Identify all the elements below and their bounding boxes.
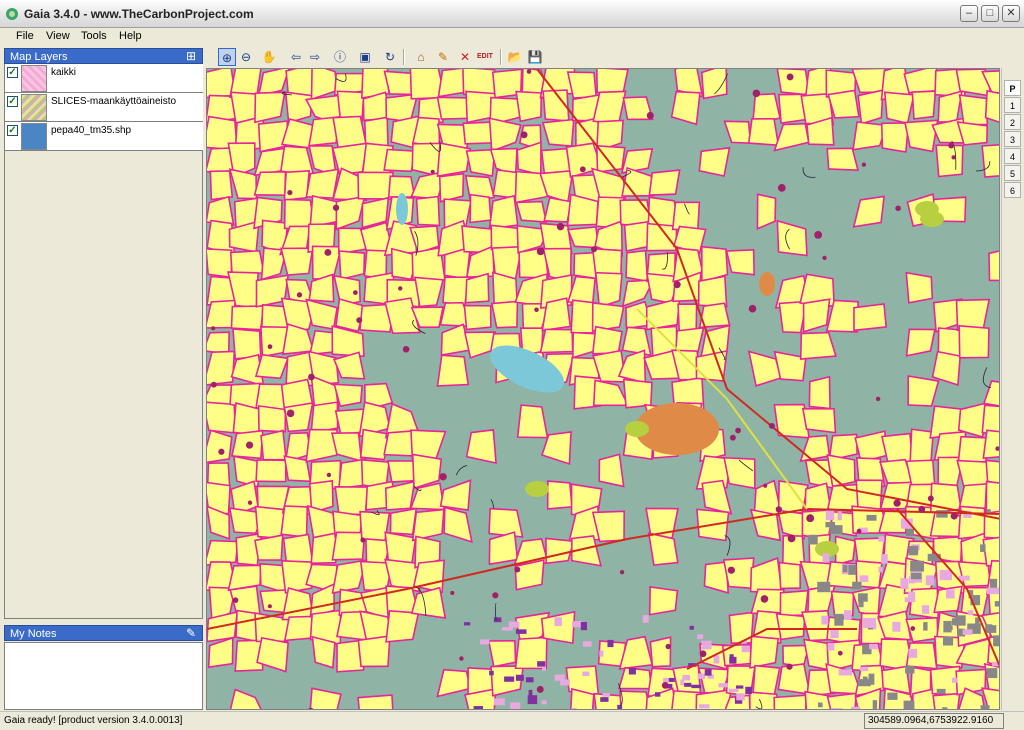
arrow-right-icon: ⇨ — [309, 50, 321, 64]
maximize-icon: □ — [986, 7, 994, 19]
status-message: Gaia ready! [product version 3.4.0.0013] — [4, 715, 183, 726]
edit-text-button[interactable]: EDIT — [476, 48, 494, 66]
coordinate-readout: 304589.0964,6753922.9160 — [864, 713, 1004, 729]
save-button[interactable]: 💾 — [526, 48, 544, 66]
add-layer-icon[interactable]: ⊞ — [183, 50, 199, 63]
layer-swatch — [21, 65, 47, 92]
pencil-icon: ✎ — [437, 50, 449, 64]
folder-open-icon: 📂 — [507, 50, 523, 64]
delete-icon: ✕ — [459, 50, 471, 64]
layer-row-kaikki[interactable]: ✓ kaikki — [5, 64, 203, 93]
title-bar: Gaia 3.4.0 - www.TheCarbonProject.com – … — [0, 0, 1024, 28]
page-tab-5[interactable]: 5 — [1004, 165, 1021, 181]
zoom-out-icon: ⊖ — [240, 50, 252, 64]
window-title: Gaia 3.4.0 - www.TheCarbonProject.com — [24, 7, 254, 21]
page-tab-3[interactable]: 3 — [1004, 131, 1021, 147]
minimize-icon: – — [965, 7, 973, 19]
full-extent-icon: ▣ — [359, 50, 371, 64]
my-notes-header: My Notes ✎ — [4, 625, 203, 641]
pan-button[interactable]: ✋ — [260, 48, 278, 66]
layer-swatch — [21, 123, 47, 150]
zoom-out-button[interactable]: ⊖ — [237, 48, 255, 66]
layer-name: SLICES-maankäyttöaineisto — [51, 96, 177, 107]
layer-swatch — [21, 94, 47, 121]
page-tab-p[interactable]: P — [1004, 80, 1021, 96]
arrow-left-icon: ⇦ — [290, 50, 302, 64]
zoom-in-button[interactable]: ⊕ — [218, 48, 236, 66]
delete-button[interactable]: ✕ — [456, 48, 474, 66]
layer-visibility-checkbox[interactable]: ✓ — [7, 67, 18, 78]
maximize-button[interactable]: □ — [981, 5, 999, 22]
map-layers-header: Map Layers ⊞ — [4, 48, 203, 64]
menu-bar: File View Tools Help — [0, 28, 1024, 46]
add-note-icon[interactable]: ✎ — [183, 627, 199, 640]
tag-icon: ⌂ — [417, 50, 425, 64]
tag-button[interactable]: ⌂ — [412, 48, 430, 66]
minimize-button[interactable]: – — [960, 5, 978, 22]
layer-visibility-checkbox[interactable]: ✓ — [7, 125, 18, 136]
layer-row-pepa40[interactable]: ✓ pepa40_tm35.shp — [5, 122, 203, 151]
layer-name: kaikki — [51, 67, 77, 78]
map-canvas[interactable] — [206, 68, 1000, 710]
menu-help[interactable]: Help — [117, 30, 144, 42]
toolbar-separator — [500, 49, 502, 65]
hand-icon: ✋ — [261, 50, 277, 64]
layer-row-slices[interactable]: ✓ SLICES-maankäyttöaineisto — [5, 93, 203, 122]
zoom-in-icon: ⊕ — [221, 51, 233, 65]
page-tab-1[interactable]: 1 — [1004, 97, 1021, 113]
gaia-logo-icon — [6, 8, 18, 20]
refresh-icon: ↻ — [384, 50, 396, 64]
page-tab-2[interactable]: 2 — [1004, 114, 1021, 130]
layer-visibility-checkbox[interactable]: ✓ — [7, 96, 18, 107]
map-layers-title: Map Layers — [10, 51, 68, 63]
forward-button[interactable]: ⇨ — [306, 48, 324, 66]
page-tab-4[interactable]: 4 — [1004, 148, 1021, 164]
map-rendering — [207, 69, 999, 709]
save-icon: 💾 — [527, 50, 543, 64]
menu-view[interactable]: View — [44, 30, 72, 42]
map-toolbar: ⊕ ⊖ ✋ ⇦ ⇨ ⓘ ▣ ↻ ⌂ ✎ ✕ EDIT 📂 💾 — [206, 46, 1024, 68]
close-button[interactable]: ✕ — [1002, 5, 1020, 22]
back-button[interactable]: ⇦ — [287, 48, 305, 66]
my-notes-title: My Notes — [10, 628, 57, 640]
refresh-button[interactable]: ↻ — [381, 48, 399, 66]
app-window: Gaia 3.4.0 - www.TheCarbonProject.com – … — [0, 0, 1024, 730]
toolbar-separator — [403, 49, 405, 65]
status-bar: Gaia ready! [product version 3.4.0.0013]… — [0, 711, 1024, 730]
edit-button[interactable]: ✎ — [434, 48, 452, 66]
info-button[interactable]: ⓘ — [331, 48, 349, 66]
page-tabs: P 1 2 3 4 5 6 — [1001, 68, 1024, 710]
notes-area[interactable] — [4, 642, 203, 710]
menu-file[interactable]: File — [14, 30, 36, 42]
edit-text-label: EDIT — [477, 53, 493, 60]
page-tab-6[interactable]: 6 — [1004, 182, 1021, 198]
full-extent-button[interactable]: ▣ — [356, 48, 374, 66]
close-icon: ✕ — [1006, 7, 1016, 19]
info-icon: ⓘ — [333, 50, 346, 64]
menu-tools[interactable]: Tools — [79, 30, 109, 42]
layer-name: pepa40_tm35.shp — [51, 125, 132, 136]
open-button[interactable]: 📂 — [506, 48, 524, 66]
layers-list: ✓ kaikki ✓ SLICES-maankäyttöaineisto ✓ p… — [4, 64, 203, 619]
